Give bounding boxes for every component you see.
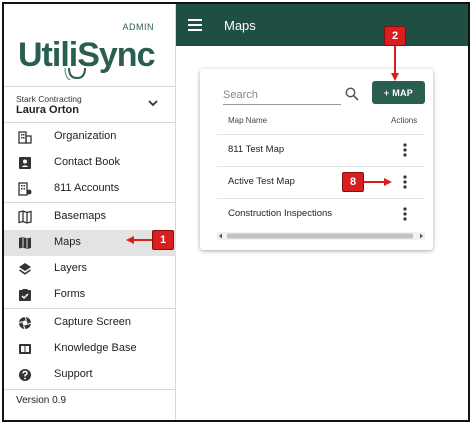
sidebar-item-forms[interactable]: Forms: [4, 282, 176, 308]
sidebar-item-basemaps[interactable]: Basemaps: [4, 204, 176, 230]
layers-icon: [19, 263, 31, 275]
sidebar-item-label: Organization: [54, 130, 117, 142]
contact-book-icon: [19, 157, 31, 169]
add-map-button[interactable]: + MAP: [372, 81, 425, 104]
sidebar-item-811-accounts[interactable]: 811 Accounts: [4, 176, 176, 202]
sidebar-item-contact-book[interactable]: Contact Book: [4, 150, 176, 176]
sidebar-item-label: Knowledge Base: [54, 342, 137, 354]
map-name: Construction Inspections: [228, 208, 333, 219]
sidebar-item-support[interactable]: Support: [4, 362, 176, 388]
sidebar-item-organization[interactable]: Organization: [4, 124, 176, 150]
logo-wordmark: UtiliSync: [18, 36, 155, 74]
horizontal-scrollbar[interactable]: [217, 232, 425, 240]
map-name: 811 Test Map: [228, 144, 285, 155]
more-vertical-icon[interactable]: [402, 175, 408, 189]
sidebar-item-label: Support: [54, 368, 93, 380]
table-row[interactable]: 811 Test Map: [217, 134, 424, 165]
more-vertical-icon[interactable]: [402, 143, 408, 157]
sidebar-divider: [4, 389, 176, 390]
sidebar-item-knowledge-base[interactable]: Knowledge Base: [4, 336, 176, 362]
help-icon: [19, 369, 31, 381]
sidebar-item-label: Forms: [54, 288, 86, 300]
search-input[interactable]: [223, 85, 341, 105]
chevron-down-icon[interactable]: [146, 96, 160, 110]
accounts-icon: [18, 182, 32, 196]
basemaps-icon: [18, 210, 32, 224]
sidebar-item-label: Layers: [54, 262, 88, 274]
sidebar-divider: [4, 86, 176, 87]
sidebar-divider: [4, 202, 176, 203]
app-frame: ADMIN UtiliSync Stark Contracting Laura …: [2, 2, 470, 422]
organization-icon: [18, 131, 32, 144]
sidebar-item-label: Basemaps: [54, 210, 106, 222]
sidebar-item-label: Maps: [54, 236, 81, 248]
maps-card: + MAP Map Name Actions 811 Test Map Acti…: [200, 69, 433, 250]
user-name: Laura Orton: [16, 104, 79, 116]
table-row[interactable]: Construction Inspections: [217, 198, 424, 229]
user-switcher[interactable]: Stark Contracting Laura Orton: [4, 90, 176, 126]
callout-step-8: 8: [342, 172, 364, 192]
menu-icon[interactable]: [188, 19, 202, 31]
app-version: Version 0.9: [16, 395, 67, 406]
sidebar-item-label: 811 Accounts: [54, 182, 120, 194]
column-header-actions: Actions: [391, 116, 418, 125]
search-icon[interactable]: [345, 87, 359, 101]
more-vertical-icon[interactable]: [402, 207, 408, 221]
camera-icon: [18, 316, 32, 330]
user-organization: Stark Contracting: [16, 94, 82, 104]
sidebar: ADMIN UtiliSync Stark Contracting Laura …: [4, 4, 176, 420]
sidebar-item-layers[interactable]: Layers: [4, 256, 176, 282]
callout-step-1: 1: [152, 230, 174, 250]
callout-step-2: 2: [384, 26, 406, 46]
top-app-bar: Maps: [176, 4, 468, 46]
utilisync-logo: ADMIN UtiliSync: [18, 22, 156, 80]
sidebar-divider: [4, 122, 176, 123]
map-name: Active Test Map: [228, 176, 295, 187]
book-icon: [19, 344, 31, 354]
table-row[interactable]: Active Test Map: [217, 166, 424, 197]
sidebar-item-label: Capture Screen: [54, 316, 132, 328]
sidebar-item-capture-screen[interactable]: Capture Screen: [4, 310, 176, 336]
forms-icon: [19, 289, 31, 301]
logo-badge: ADMIN: [123, 22, 155, 32]
page-title: Maps: [224, 18, 256, 33]
sidebar-item-label: Contact Book: [54, 156, 121, 168]
column-header-map-name: Map Name: [228, 116, 268, 125]
sidebar-item-maps[interactable]: Maps: [4, 230, 176, 256]
maps-icon: [19, 237, 31, 249]
sidebar-divider: [4, 308, 176, 309]
